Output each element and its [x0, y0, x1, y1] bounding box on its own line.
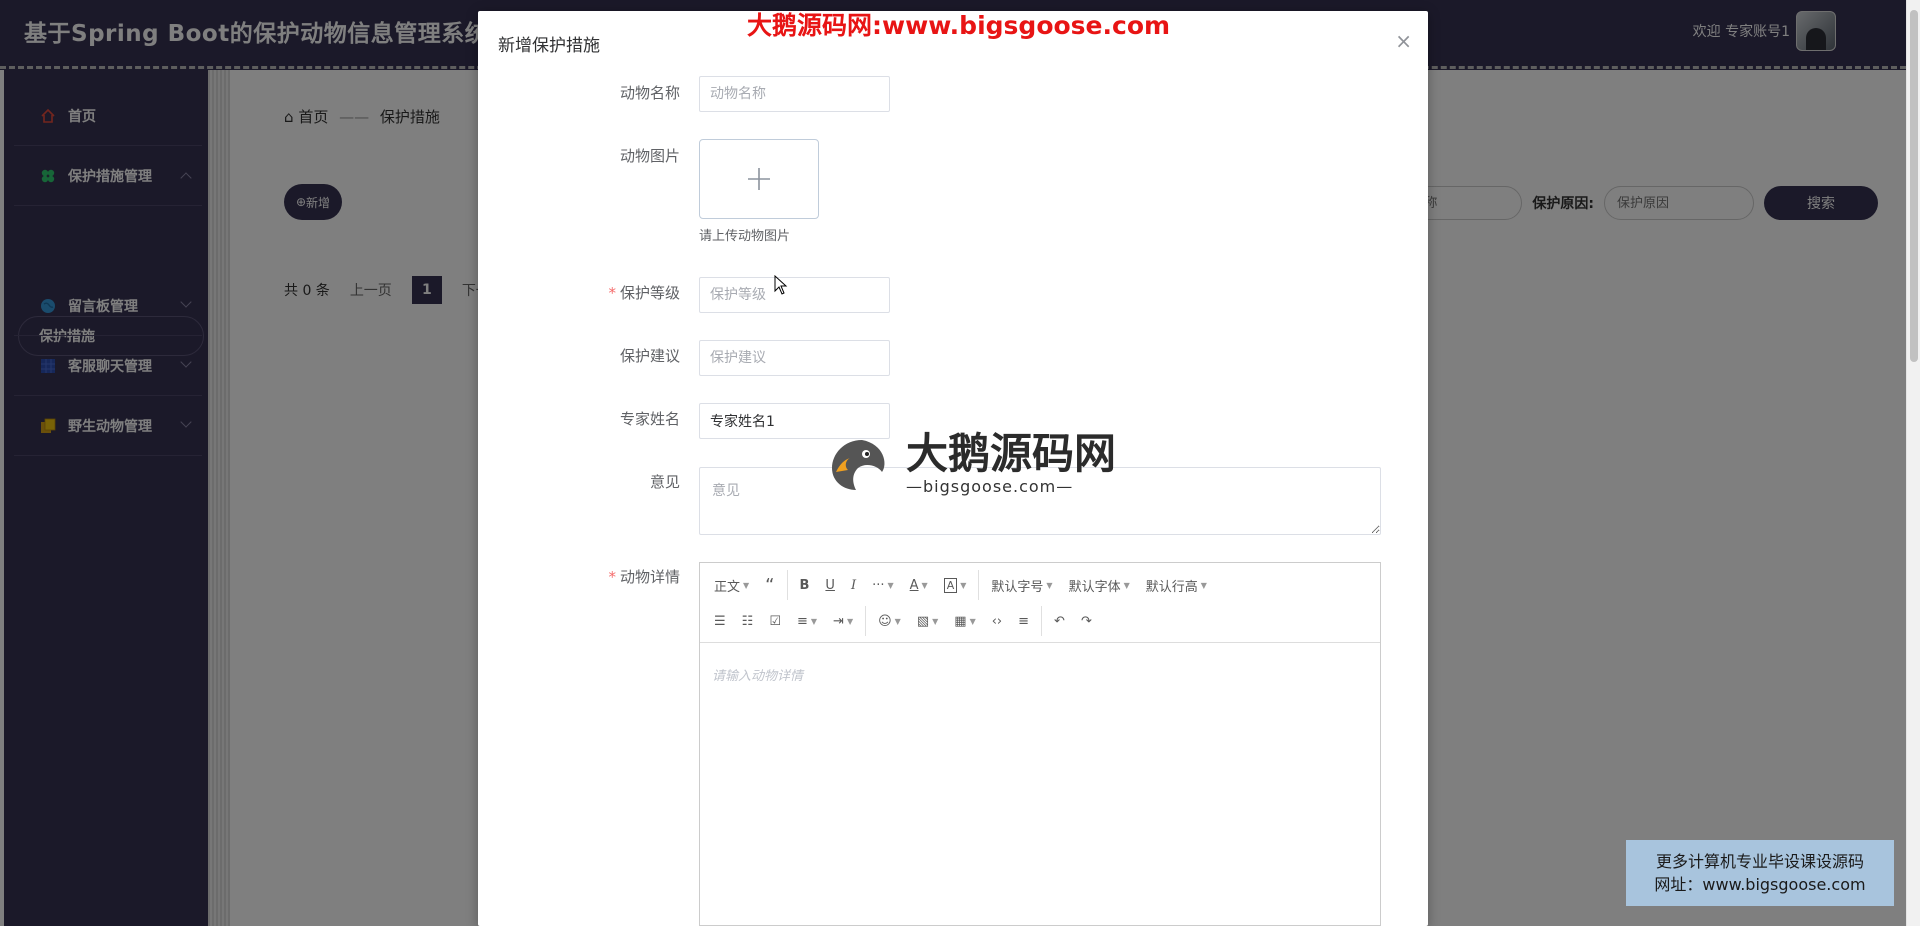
underline-icon[interactable]: U — [817, 571, 843, 599]
watermark-top: 大鹅源码网:www.bigsgoose.com — [747, 11, 1171, 40]
divider-icon[interactable]: ≡ — [1010, 607, 1037, 635]
bulleted-list-icon[interactable]: ☰ — [706, 607, 734, 635]
emoji-dropdown[interactable]: ☺ ▼ — [870, 607, 909, 635]
watermark-logo: 大鹅源码网 —bigsgoose.com— — [826, 433, 1116, 496]
watermark-box-line1: 更多计算机专业毕设课设源码 — [1655, 851, 1864, 871]
protection-advice-label: 保护建议 — [619, 347, 680, 365]
code-icon[interactable]: ‹› — [984, 607, 1010, 635]
required-mark: * — [608, 284, 616, 302]
animal-name-label: 动物名称 — [619, 84, 680, 102]
line-height-dropdown[interactable]: 默认行高 ▼ — [1138, 571, 1215, 599]
table-dropdown[interactable]: ▦ ▼ — [946, 607, 983, 635]
bold-icon[interactable]: B — [792, 571, 818, 599]
goose-logo-icon — [832, 439, 885, 490]
watermark-brand-site: —bigsgoose.com— — [906, 477, 1074, 496]
font-color-dropdown[interactable]: A ▼ — [902, 571, 936, 599]
background-color-dropdown[interactable]: A ▼ — [936, 571, 975, 599]
editor-content-area[interactable]: 请输入动物详情 — [700, 643, 1380, 706]
indent-dropdown[interactable]: ⇥ ▼ — [825, 607, 861, 635]
animal-detail-label-text: 动物详情 — [619, 568, 680, 586]
opinion-label: 意见 — [649, 473, 680, 491]
animal-name-input[interactable] — [699, 76, 890, 112]
protection-advice-input[interactable] — [699, 340, 890, 376]
undo-icon[interactable]: ↶ — [1046, 607, 1073, 635]
editor-toolbar: 正文 ▼ “ B U I ··· ▼ A ▼ A ▼ 默认字号 ▼ 默认字体 ▼ 默认行高 ▼… — [700, 563, 1380, 643]
italic-icon[interactable]: I — [843, 571, 864, 599]
expert-name-label: 专家姓名 — [619, 410, 680, 428]
protection-level-input[interactable] — [699, 277, 890, 313]
required-mark: * — [608, 568, 616, 586]
protection-level-label-text: 保护等级 — [619, 284, 680, 302]
watermark-box-line2: 网址：www.bigsgoose.com — [1654, 875, 1866, 894]
upload-tip: 请上传动物图片 — [699, 229, 791, 244]
page-scrollbar[interactable] — [1906, 0, 1920, 926]
image-dropdown[interactable]: ▧ ▼ — [909, 607, 946, 635]
justify-dropdown[interactable]: ≡ ▼ — [789, 607, 825, 635]
paragraph-style-dropdown[interactable]: 正文 ▼ — [706, 571, 757, 599]
quote-icon[interactable]: “ — [757, 571, 782, 599]
animal-image-label: 动物图片 — [619, 147, 680, 165]
image-upload-button[interactable] — [699, 139, 819, 219]
redo-icon[interactable]: ↷ — [1073, 607, 1100, 635]
animal-detail-label: * 动物详情 — [608, 566, 680, 587]
numbered-list-icon[interactable]: ☷ — [734, 607, 762, 635]
protection-level-label: * 保护等级 — [608, 282, 680, 303]
plus-icon — [748, 168, 770, 190]
watermark-brand: 大鹅源码网 — [906, 429, 1117, 478]
watermark-box: 更多计算机专业毕设课设源码 网址：www.bigsgoose.com — [1626, 840, 1894, 906]
rich-text-editor: 正文 ▼ “ B U I ··· ▼ A ▼ A ▼ 默认字号 ▼ 默认字体 ▼ 默认行高 ▼… — [699, 562, 1381, 926]
more-style-dropdown[interactable]: ··· ▼ — [864, 571, 902, 599]
font-size-dropdown[interactable]: 默认字号 ▼ — [983, 571, 1060, 599]
font-family-dropdown[interactable]: 默认字体 ▼ — [1061, 571, 1138, 599]
mouse-cursor-icon — [774, 275, 788, 295]
close-icon[interactable]: × — [1395, 31, 1412, 51]
todo-list-icon[interactable]: ☑ — [761, 607, 789, 635]
scrollbar-thumb[interactable] — [1910, 10, 1918, 362]
dialog-title: 新增保护措施 — [498, 36, 600, 56]
